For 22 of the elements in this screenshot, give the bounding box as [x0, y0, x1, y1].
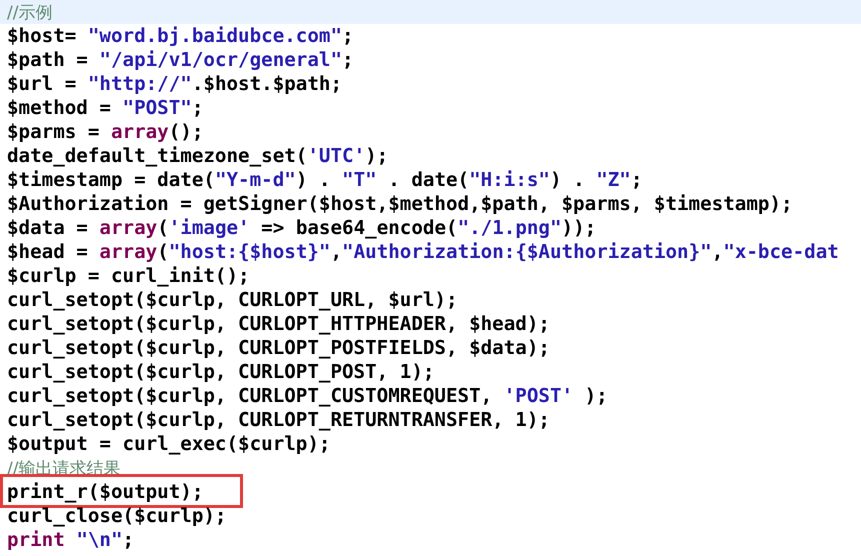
code-line: $host= "word.bj.baidubce.com";: [7, 24, 354, 48]
code-line: curl_setopt($curlp, CURLOPT_RETURNTRANSFER, 1);: [7, 408, 550, 432]
code-line: curl_setopt($curlp, CURLOPT_HTTPHEADER, $head);: [7, 312, 550, 336]
code-line: //示例: [7, 2, 52, 25]
code-line: print_r($output);: [7, 480, 204, 504]
code-line: print "\n";: [7, 528, 134, 552]
code-line: curl_setopt($curlp, CURLOPT_URL, $url);: [7, 288, 458, 312]
code-line: $url = "http://".$host.$path;: [7, 72, 342, 96]
code-line: curl_setopt($curlp, CURLOPT_CUSTOMREQUEST, 'POST' );: [7, 384, 608, 408]
code-line: $curlp = curl_init();: [7, 264, 250, 288]
code-line: $timestamp = date("Y-m-d") . "T" . date("H:i:s") . "Z";: [7, 168, 642, 192]
code-line: curl_setopt($curlp, CURLOPT_POST, 1);: [7, 360, 434, 384]
code-line: $output = curl_exec($curlp);: [7, 432, 330, 456]
code-line: $head = array("host:{$host}","Authorization:{$Authorization}","x-bce-dat: [7, 240, 839, 264]
code-line: $parms = array();: [7, 120, 204, 144]
code-line: $Authorization = getSigner($host,$method,$path, $parms, $timestamp);: [7, 192, 793, 216]
code-line: $data = array('image' => base64_encode("./1.png"));: [7, 216, 596, 240]
code-line: curl_setopt($curlp, CURLOPT_POSTFIELDS, $data);: [7, 336, 550, 360]
code-line: date_default_timezone_set('UTC');: [7, 144, 388, 168]
code-line: $path = "/api/v1/ocr/general";: [7, 48, 354, 72]
code-line: $method = "POST";: [7, 96, 204, 120]
code-line: curl_close($curlp);: [7, 504, 226, 528]
